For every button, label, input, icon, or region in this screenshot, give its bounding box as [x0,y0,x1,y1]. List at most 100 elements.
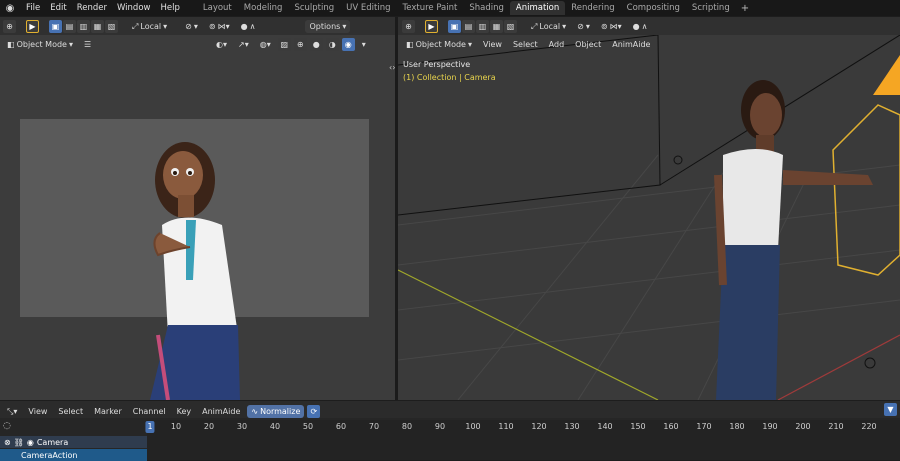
viewport-perspective-label: User Perspective [403,60,471,69]
right-mode-label: Object Mode [415,39,466,49]
tab-rendering[interactable]: Rendering [565,1,620,15]
workspace-tabs: Layout Modeling Sculpting UV Editing Tex… [197,0,754,16]
tab-modeling[interactable]: Modeling [238,1,289,15]
options-label: Options [309,21,341,31]
pivot-dropdown[interactable]: ⊘ ▾ [181,20,202,33]
right-selection-mode-group: ▣ ▤ ▥ ▦ ▧ [448,19,517,33]
channel-camera[interactable]: ⊗ ⛓ ◉ Camera [0,436,147,448]
right-select-extend-icon[interactable]: ▤ [462,19,475,33]
tab-texture-paint[interactable]: Texture Paint [397,1,464,15]
tick-10: 10 [170,422,182,431]
timeline-header: ⤡▾ View Select Marker Channel Key AnimAi… [0,401,900,418]
tick-50: 50 [302,422,314,431]
tab-scripting[interactable]: Scripting [686,1,736,15]
right-mode-dropdown[interactable]: ◧ Object Mode ▾ [402,38,476,51]
timeline-menu-marker[interactable]: Marker [90,405,126,418]
link-icon[interactable]: ⛓ [14,438,24,447]
current-frame-indicator[interactable]: 1 [145,421,155,433]
orientation-dropdown[interactable]: ⤢ Local ▾ [128,20,171,33]
tab-animation[interactable]: Animation [509,1,566,15]
tick-30: 30 [236,422,248,431]
orientation-icon: ⤢ [132,21,139,31]
menu-edit[interactable]: Edit [45,0,71,16]
tick-110: 110 [498,422,514,431]
viewport-scene [398,35,900,400]
proportional-edit-button[interactable]: ● ∧ [237,20,260,33]
right-select-new-icon[interactable]: ▣ [448,19,461,33]
right-snap-dropdown[interactable]: ⊚ ⋈▾ [597,20,626,33]
select-invert-icon[interactable]: ▦ [91,19,104,33]
tick-90: 90 [434,422,446,431]
menu-file[interactable]: File [21,0,45,16]
tick-170: 170 [696,422,712,431]
orientation-label: Local [140,21,162,31]
menu-help[interactable]: Help [155,0,184,16]
tab-uv-editing[interactable]: UV Editing [340,1,396,15]
tick-100: 100 [465,422,481,431]
frame-ruler[interactable]: 1 10 20 30 40 50 60 70 80 90 100 110 120… [145,420,900,434]
right-select-subtract-icon[interactable]: ▥ [476,19,489,33]
right-orientation-label: Local [539,21,561,31]
right-viewport[interactable]: ◧ Object Mode ▾ View Select Add Object An… [398,35,900,400]
tick-190: 190 [762,422,778,431]
viewport-menu-select[interactable]: Select [509,38,542,51]
add-workspace-icon[interactable]: + [736,3,754,14]
timeline-menu-select[interactable]: Select [54,405,87,418]
proportional-icon: ● [240,21,248,31]
select-tool-icon[interactable]: ▶ [26,19,39,33]
menu-window[interactable]: Window [112,0,156,16]
options-dropdown[interactable]: Options ▾ [305,19,351,33]
tick-160: 160 [663,422,679,431]
viewport-menu-add[interactable]: Add [545,38,569,51]
tick-180: 180 [729,422,745,431]
right-proportional-icon: ● [632,21,640,31]
left-viewport[interactable]: ◧ Object Mode ▾ ☰ ◐▾ ↗▾ ◍▾ ▨ ⊕ ● ◑ ◉ ▾ [0,35,395,400]
timeline-editor-type-icon[interactable]: ⤡▾ [3,405,21,418]
right-object-mode-icon: ◧ [406,39,414,49]
right-pivot-dropdown[interactable]: ⊘ ▾ [573,20,594,33]
timeline-menu-key[interactable]: Key [173,405,196,418]
tab-sculpting[interactable]: Sculpting [288,1,340,15]
tab-compositing[interactable]: Compositing [621,1,686,15]
tab-shading[interactable]: Shading [463,1,510,15]
select-new-icon[interactable]: ▣ [49,19,62,33]
viewport-menu-view[interactable]: View [479,38,506,51]
select-extend-icon[interactable]: ▤ [63,19,76,33]
blender-logo-icon[interactable]: ◉ [3,1,17,15]
viewport-menu-object[interactable]: Object [571,38,605,51]
snap-dropdown[interactable]: ⊚ ⋈▾ [205,20,234,33]
refresh-icon[interactable]: ⟳ [307,404,321,418]
tab-layout[interactable]: Layout [197,1,238,15]
right-orientation-dropdown[interactable]: ⤢ Local ▾ [527,20,570,33]
timeline-filter-icon[interactable]: ▼ [884,403,897,416]
right-select-intersect-icon[interactable]: ▧ [504,19,517,33]
right-editor-type-icon[interactable]: ⊕ [402,19,415,33]
left-tool-header: ⊕ ▶ ▣ ▤ ▥ ▦ ▧ ⤢ Local ▾ ⊘ ▾ ⊚ ⋈▾ ● ∧ Optio… [3,18,351,34]
viewport-collection-label: (1) Collection | Camera [403,73,496,82]
viewport-menu-animaide[interactable]: AnimAide [608,38,654,51]
select-intersect-icon[interactable]: ▧ [105,19,118,33]
editor-type-icon[interactable]: ⊕ [3,19,16,33]
timeline-menu-channel[interactable]: Channel [129,405,170,418]
eye-icon[interactable]: ◉ [27,438,34,447]
keyframe-area[interactable] [147,434,900,460]
channel-action-label: CameraAction [21,450,78,460]
right-snap-icon: ⊚ [600,21,608,31]
tick-80: 80 [401,422,413,431]
timeline-menu-animaide[interactable]: AnimAide [198,405,244,418]
right-tool-header: ⊕ ▶ ▣ ▤ ▥ ▦ ▧ ⤢ Local ▾ ⊘ ▾ ⊚ ⋈▾ ● ∧ [402,18,651,34]
tick-60: 60 [335,422,347,431]
channel-camera-action[interactable]: CameraAction [0,449,147,461]
select-subtract-icon[interactable]: ▥ [77,19,90,33]
right-select-tool-icon[interactable]: ▶ [425,19,438,33]
normalize-toggle[interactable]: ∿ Normalize [247,404,305,418]
right-proportional-edit-button[interactable]: ● ∧ [629,20,652,33]
timeline-menu-view[interactable]: View [24,405,51,418]
tick-70: 70 [368,422,380,431]
right-select-invert-icon[interactable]: ▦ [490,19,503,33]
tick-120: 120 [531,422,547,431]
timeline-search-icon[interactable]: ◌ [3,421,11,431]
tick-200: 200 [795,422,811,431]
menu-render[interactable]: Render [72,0,112,16]
split-arrows-icon[interactable]: ‹› [389,63,395,72]
